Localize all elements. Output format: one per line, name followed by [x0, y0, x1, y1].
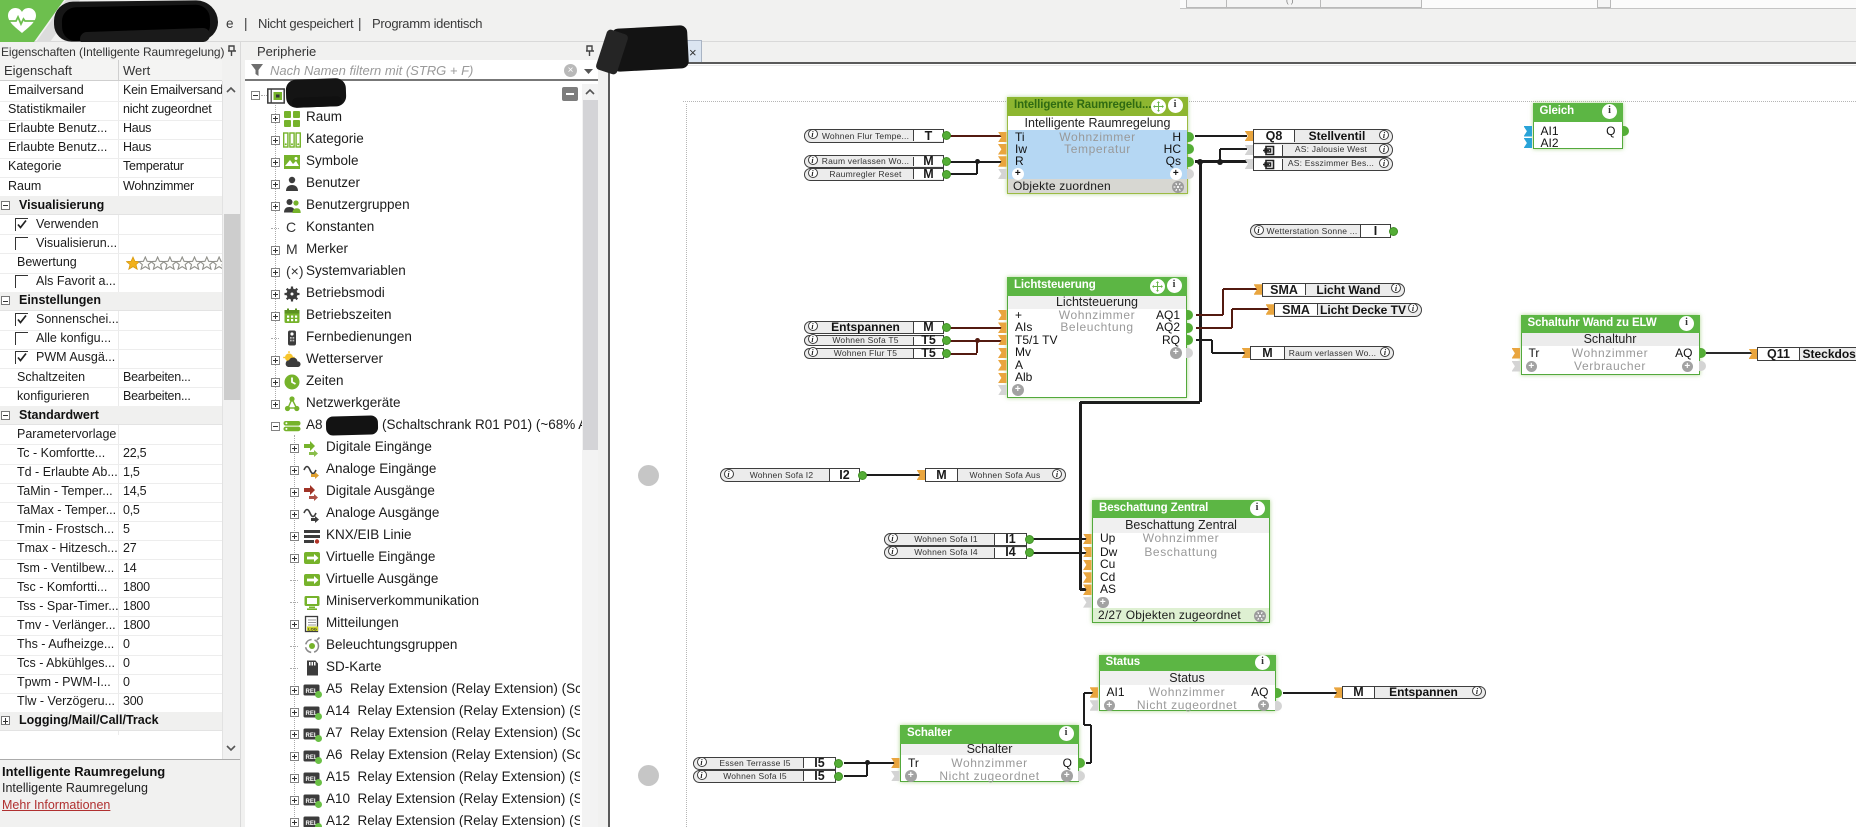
svg-text:LOG: LOG: [308, 626, 317, 631]
